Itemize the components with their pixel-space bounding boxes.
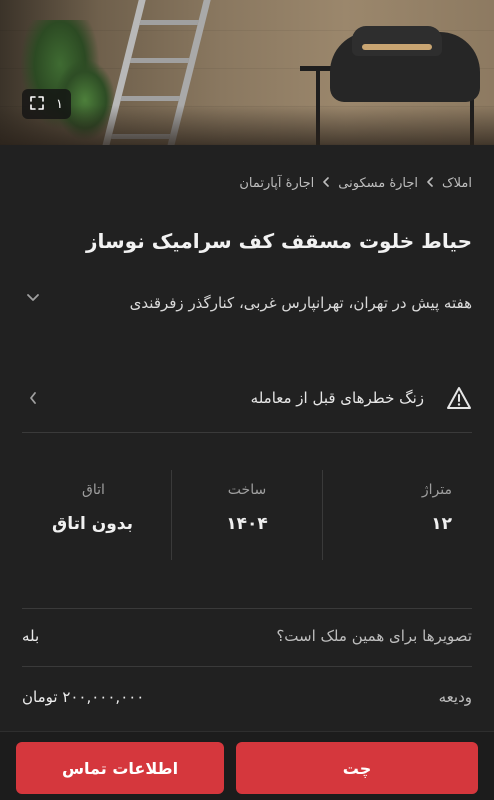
property-stats: متراژ ۱۲ ساخت ۱۴۰۴ اتاق بدون اتاق xyxy=(22,470,472,560)
warning-icon xyxy=(446,386,472,414)
photos-authenticity-row: تصویرها برای همین ملک است؟ بله xyxy=(22,627,472,657)
listing-subtitle: هفته پیش در تهران، تهرانپارس غربی، کنارگ… xyxy=(129,294,472,312)
divider xyxy=(22,666,472,667)
stat-label: ساخت xyxy=(227,482,267,498)
stat-area: متراژ ۱۲ xyxy=(323,470,472,560)
breadcrumb: املاک اجارهٔ مسکونی اجارهٔ آپارتمان xyxy=(239,176,472,191)
deposit-label: ودیعه xyxy=(438,688,472,706)
divider xyxy=(22,608,472,609)
stat-label: اتاق xyxy=(82,482,105,498)
photo-floor xyxy=(0,105,494,145)
breadcrumb-item[interactable]: اجارهٔ مسکونی xyxy=(338,176,418,191)
scam-warning-label: زنگ خطرهای قبل از معامله xyxy=(250,389,424,407)
deposit-value: ۲۰۰,۰۰۰,۰۰۰ تومان xyxy=(22,688,145,706)
stat-rooms: اتاق بدون اتاق xyxy=(22,470,173,560)
scam-warning-row[interactable]: زنگ خطرهای قبل از معامله xyxy=(0,380,494,420)
image-count: ۱ xyxy=(56,96,63,112)
listing-photo[interactable] xyxy=(0,0,494,145)
photo-grill-lid xyxy=(352,26,442,56)
breadcrumb-item[interactable]: اجارهٔ آپارتمان xyxy=(239,176,314,191)
photo-grill-handle xyxy=(362,44,432,50)
listing-title: حیاط خلوت مسقف کف سرامیک نوساز xyxy=(85,229,472,253)
chevron-left-icon xyxy=(426,176,434,191)
chevron-left-icon xyxy=(322,176,330,191)
stat-label: متراژ xyxy=(421,482,452,498)
deposit-row: ودیعه ۲۰۰,۰۰۰,۰۰۰ تومان xyxy=(22,688,472,718)
contact-info-button[interactable]: اطلاعات تماس xyxy=(16,742,224,794)
action-bar: چت اطلاعات تماس xyxy=(0,731,494,800)
photos-question: تصویرها برای همین ملک است؟ xyxy=(276,627,472,645)
stat-build-year: ساخت ۱۴۰۴ xyxy=(172,470,323,560)
image-counter-button[interactable]: ۱ xyxy=(22,89,71,119)
stat-value: ۱۴۰۴ xyxy=(226,514,268,534)
photos-answer: بله xyxy=(22,627,40,645)
breadcrumb-item[interactable]: املاک xyxy=(442,176,472,191)
stat-value: بدون اتاق xyxy=(52,514,134,534)
fullscreen-icon xyxy=(30,95,44,114)
chevron-left-icon xyxy=(28,390,38,409)
chat-button[interactable]: چت xyxy=(236,742,478,794)
divider xyxy=(22,432,472,433)
chevron-down-icon[interactable] xyxy=(26,288,40,307)
stat-value: ۱۲ xyxy=(431,514,452,534)
